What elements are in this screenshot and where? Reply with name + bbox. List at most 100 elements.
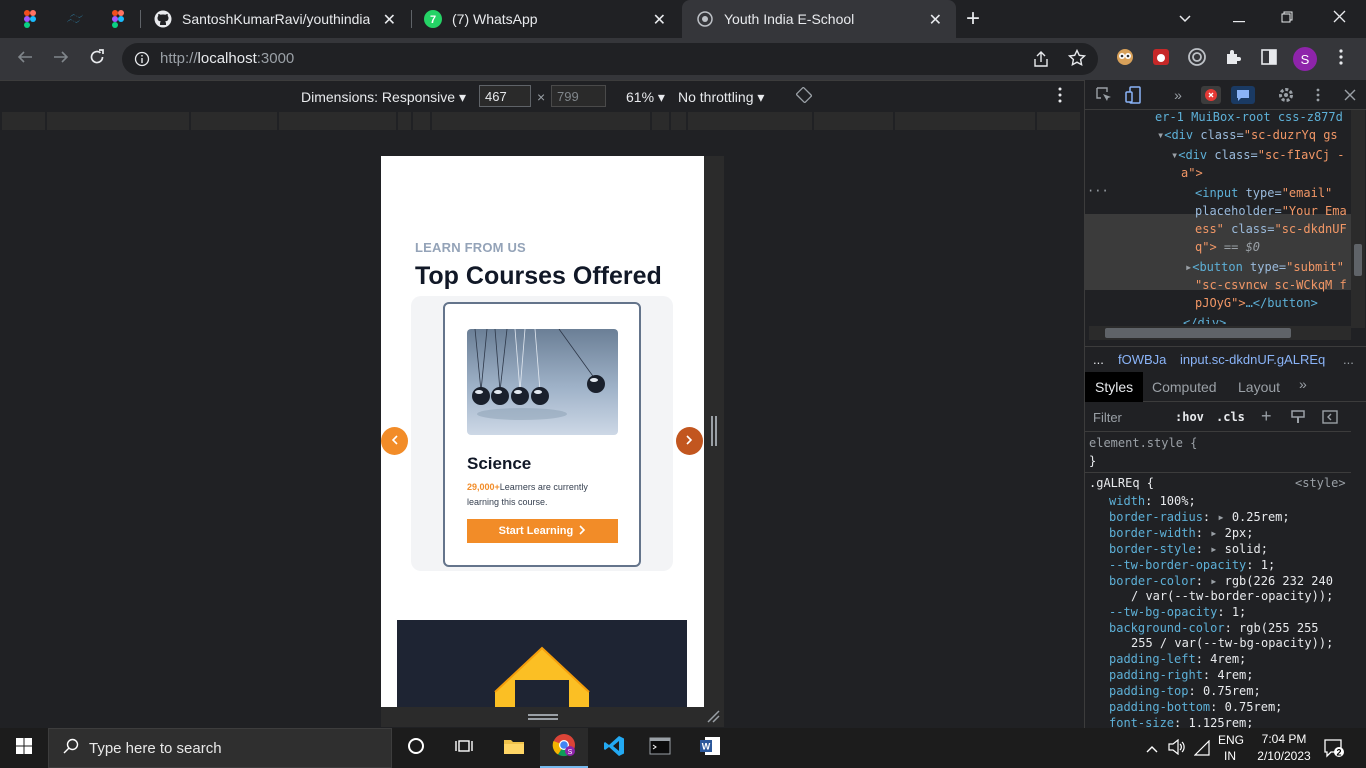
- extension-button-3[interactable]: [1184, 46, 1210, 72]
- extensions-button[interactable]: [1220, 46, 1246, 72]
- share-icon[interactable]: [1032, 50, 1050, 73]
- css-property[interactable]: border-width: ▸ 2px;: [1109, 526, 1254, 540]
- zoom-dropdown[interactable]: 61% ▾: [626, 89, 665, 106]
- file-explorer-button[interactable]: [490, 728, 538, 768]
- css-property[interactable]: border-style: ▸ solid;: [1109, 542, 1268, 556]
- address-bar[interactable]: http://localhost:3000: [122, 43, 1098, 75]
- side-panel-button[interactable]: [1256, 46, 1282, 72]
- forward-button[interactable]: [48, 46, 74, 72]
- dom-line[interactable]: "sc-csvncw sc-WCkqM f: [1195, 278, 1347, 292]
- inspect-icon[interactable]: [1095, 86, 1113, 104]
- css-property[interactable]: padding-bottom: 0.75rem;: [1109, 700, 1282, 714]
- breadcrumb-item[interactable]: input.sc-dkdnUF.gALREq: [1180, 352, 1325, 367]
- node-ellipsis[interactable]: ···: [1087, 184, 1109, 198]
- more-panels-icon[interactable]: »: [1299, 376, 1307, 392]
- dom-line[interactable]: ▸<button type="submit": [1185, 260, 1344, 274]
- css-property[interactable]: padding-right: 4rem;: [1109, 668, 1254, 682]
- chrome-button[interactable]: S: [540, 728, 588, 768]
- language-indicator[interactable]: ENG: [1218, 733, 1244, 747]
- start-learning-button[interactable]: Start Learning: [467, 519, 618, 543]
- css-property[interactable]: padding-left: 4rem;: [1109, 652, 1246, 666]
- close-devtools-icon[interactable]: [1341, 86, 1359, 104]
- clock-date[interactable]: 2/10/2023: [1254, 749, 1314, 763]
- dom-line-selected[interactable]: ess" class="sc-dkdnUF: [1195, 222, 1347, 236]
- css-property[interactable]: background-color: rgb(255 255: [1109, 621, 1319, 635]
- close-tab-icon[interactable]: ✕: [653, 10, 666, 30]
- resize-corner-icon[interactable]: [706, 709, 720, 728]
- extension-button-2[interactable]: [1148, 46, 1174, 72]
- new-rule-icon[interactable]: +: [1261, 406, 1272, 427]
- network-icon[interactable]: [1193, 739, 1210, 761]
- close-tab-icon[interactable]: ✕: [383, 10, 396, 30]
- elements-scrollbar[interactable]: [1351, 110, 1365, 328]
- css-property[interactable]: padding-top: 0.75rem;: [1109, 684, 1261, 698]
- word-button[interactable]: W: [686, 728, 734, 768]
- viewport-resize-handle-bottom[interactable]: [381, 707, 724, 727]
- cls-toggle[interactable]: .cls: [1216, 410, 1245, 424]
- tab-youth-india[interactable]: Youth India E-School ✕: [682, 0, 956, 38]
- tray-chevron-icon[interactable]: [1146, 740, 1158, 758]
- device-options-icon[interactable]: [1058, 87, 1062, 106]
- tab-search-button[interactable]: [1160, 0, 1210, 38]
- taskbar-search[interactable]: Type here to search: [48, 728, 392, 768]
- css-property[interactable]: font-size: 1.125rem;: [1109, 716, 1254, 728]
- dom-line[interactable]: </div>: [1183, 316, 1226, 324]
- dom-line[interactable]: ▾<div class="sc-duzrYq gs: [1157, 128, 1338, 142]
- notification-center-button[interactable]: 2: [1324, 738, 1344, 763]
- tab-styles[interactable]: Styles: [1095, 379, 1133, 395]
- more-tabs-icon[interactable]: »: [1169, 86, 1187, 104]
- rotate-icon[interactable]: [795, 86, 813, 106]
- minimize-button[interactable]: [1214, 0, 1264, 38]
- breadcrumb-item[interactable]: fOWBJa: [1118, 352, 1166, 367]
- css-property[interactable]: border-radius: ▸ 0.25rem;: [1109, 510, 1290, 524]
- close-window-button[interactable]: [1314, 0, 1364, 38]
- toggle-sidebar-icon[interactable]: [1322, 409, 1338, 428]
- tab-figma-1[interactable]: [24, 0, 44, 38]
- bookmark-star-icon[interactable]: [1067, 48, 1087, 72]
- rule-source-link[interactable]: <style>: [1295, 476, 1346, 490]
- carousel-next-button[interactable]: [676, 427, 703, 455]
- tab-computed[interactable]: Computed: [1152, 379, 1217, 395]
- elements-hscrollbar[interactable]: [1089, 326, 1351, 340]
- css-property[interactable]: --tw-border-opacity: 1;: [1109, 558, 1275, 572]
- new-tab-button[interactable]: +: [966, 0, 990, 38]
- css-property[interactable]: --tw-bg-opacity: 1;: [1109, 605, 1246, 619]
- close-tab-icon[interactable]: ✕: [929, 10, 942, 30]
- info-icon[interactable]: [134, 51, 150, 72]
- errors-badge[interactable]: [1201, 86, 1221, 104]
- dom-line[interactable]: pJOyG">…</button>: [1195, 296, 1318, 310]
- css-property[interactable]: width: 100%;: [1109, 494, 1196, 508]
- carousel-prev-button[interactable]: [381, 427, 408, 455]
- dimensions-dropdown[interactable]: Dimensions: Responsive ▾: [301, 89, 466, 106]
- tab-figma-2[interactable]: [112, 0, 132, 38]
- terminal-button[interactable]: [636, 728, 684, 768]
- breadcrumb-item[interactable]: ...: [1093, 352, 1104, 367]
- device-toggle-icon[interactable]: [1125, 86, 1143, 104]
- devtools-menu-icon[interactable]: [1309, 86, 1327, 104]
- width-input[interactable]: 467: [479, 85, 531, 107]
- reload-button[interactable]: [84, 46, 110, 72]
- task-view-button[interactable]: [440, 728, 488, 768]
- viewport-resize-handle-right[interactable]: [704, 156, 724, 707]
- dom-line[interactable]: er-1 MuiBox-root css-z877d: [1155, 110, 1343, 124]
- css-property[interactable]: border-color: ▸ rgb(226 232 240: [1109, 574, 1333, 588]
- vscode-button[interactable]: [590, 728, 638, 768]
- profile-button[interactable]: S: [1292, 46, 1318, 72]
- tab-whatsapp[interactable]: 7 (7) WhatsApp ✕: [424, 0, 680, 38]
- start-button[interactable]: [0, 728, 48, 768]
- height-input[interactable]: 799: [551, 85, 606, 107]
- dom-line-selected[interactable]: <input type="email": [1195, 186, 1332, 200]
- tab-tailwind[interactable]: [66, 0, 86, 38]
- filter-input[interactable]: Filter: [1093, 410, 1122, 425]
- gear-icon[interactable]: [1277, 86, 1295, 104]
- breadcrumb-item[interactable]: ...: [1343, 352, 1354, 367]
- dom-line-selected[interactable]: q"> == $0: [1195, 240, 1260, 254]
- browser-menu-button[interactable]: [1328, 46, 1354, 72]
- back-button[interactable]: [12, 46, 38, 72]
- hov-toggle[interactable]: :hov: [1175, 410, 1204, 424]
- tab-layout[interactable]: Layout: [1238, 379, 1280, 395]
- volume-icon[interactable]: [1168, 738, 1186, 760]
- cortana-button[interactable]: [392, 728, 440, 768]
- extension-button-1[interactable]: [1112, 46, 1138, 72]
- dom-line[interactable]: ▾<div class="sc-fIavCj -: [1171, 148, 1344, 162]
